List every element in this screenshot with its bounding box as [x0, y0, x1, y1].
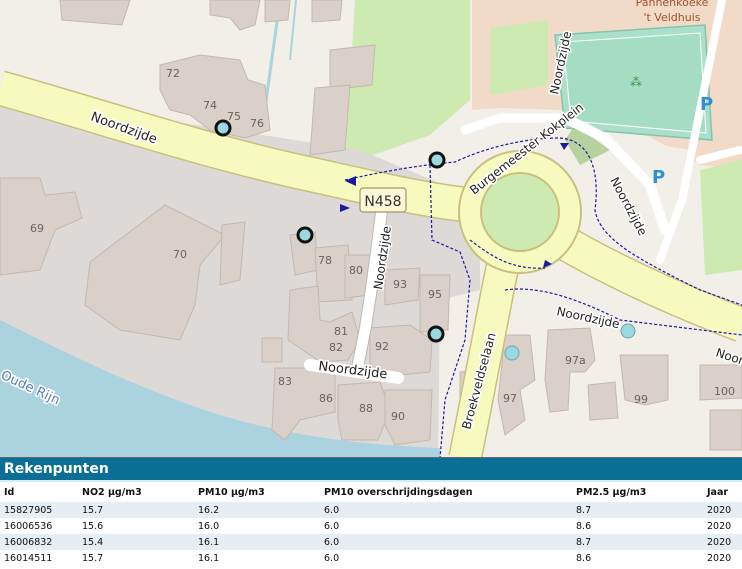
house-number: 97	[503, 392, 517, 405]
rekenpunt-marker[interactable]	[214, 119, 232, 137]
cell-no2: 15.7	[78, 550, 194, 566]
svg-text:N458: N458	[364, 194, 401, 210]
cell-id: 16006832	[0, 534, 78, 550]
cell-pm10: 16.1	[194, 550, 320, 566]
rekenpunt-marker[interactable]	[504, 345, 520, 361]
house-number: 93	[393, 278, 407, 291]
house-number: 81	[334, 325, 348, 338]
house-number: 78	[318, 254, 332, 267]
cell-jaar: 2020	[703, 550, 742, 566]
table-row[interactable]: 16006536 15.6 16.0 6.0 8.6 2020	[0, 518, 742, 534]
rekenpunt-marker[interactable]	[428, 151, 446, 169]
house-number: 75	[227, 110, 241, 123]
results-table: Id NO2 µg/m3 PM10 µg/m3 PM10 overschrijd…	[0, 482, 742, 566]
cell-jaar: 2020	[703, 518, 742, 534]
cell-jaar: 2020	[703, 502, 742, 518]
grass-area	[700, 160, 742, 275]
cell-pm10-days: 6.0	[320, 534, 572, 550]
house-number: 92	[375, 340, 389, 353]
cell-no2: 15.4	[78, 534, 194, 550]
rekenpunt-marker[interactable]	[620, 323, 636, 339]
cell-pm25: 8.7	[572, 502, 703, 518]
table-row[interactable]: 15827905 15.7 16.2 6.0 8.7 2020	[0, 502, 742, 518]
column-header-id[interactable]: Id	[0, 482, 78, 502]
column-header-jaar[interactable]: Jaar	[703, 482, 742, 502]
roundabout-island	[482, 174, 558, 250]
results-panel: Rekenpunten Id NO2 µg/m3 PM10 µg/m3 PM10…	[0, 458, 742, 569]
house-number: 90	[391, 410, 405, 423]
house-number: 76	[250, 117, 264, 130]
house-number: 88	[359, 402, 373, 415]
house-number: 69	[30, 222, 44, 235]
parking-icon: P	[700, 94, 713, 115]
parking-icon: P	[652, 167, 665, 188]
table-row[interactable]: 16014511 15.7 16.1 6.0 8.6 2020	[0, 550, 742, 566]
table-row[interactable]: 16006832 15.4 16.1 6.0 8.7 2020	[0, 534, 742, 550]
cell-pm25: 8.6	[572, 518, 703, 534]
poi-label: Pannenkoeke	[636, 0, 709, 9]
cell-pm10: 16.0	[194, 518, 320, 534]
cell-no2: 15.6	[78, 518, 194, 534]
map-view[interactable]: N458 Noordzijde Noordzijde Noordzijde No…	[0, 0, 742, 458]
house-number: 95	[428, 288, 442, 301]
cell-pm25: 8.7	[572, 534, 703, 550]
house-number: 82	[329, 341, 343, 354]
house-number: 70	[173, 248, 187, 261]
cell-pm10: 16.1	[194, 534, 320, 550]
cell-no2: 15.7	[78, 502, 194, 518]
pitch-icon: ⁂	[630, 75, 642, 89]
grass-area	[490, 20, 548, 95]
house-number: 99	[634, 393, 648, 406]
house-number: 80	[349, 264, 363, 277]
cell-pm10: 16.2	[194, 502, 320, 518]
column-header-no2[interactable]: NO2 µg/m3	[78, 482, 194, 502]
cell-id: 16006536	[0, 518, 78, 534]
house-number: 100	[714, 385, 735, 398]
house-number: 97a	[565, 354, 586, 367]
rekenpunt-marker[interactable]	[296, 226, 314, 244]
panel-title: Rekenpunten	[0, 458, 742, 482]
column-header-pm25[interactable]: PM2.5 µg/m3	[572, 482, 703, 502]
cell-pm10-days: 6.0	[320, 518, 572, 534]
poi-label: 't Veldhuis	[643, 11, 700, 24]
cell-id: 16014511	[0, 550, 78, 566]
house-number: 72	[166, 67, 180, 80]
house-number: 86	[319, 392, 333, 405]
cell-jaar: 2020	[703, 534, 742, 550]
road-shield-n458: N458	[359, 187, 407, 213]
rekenpunt-marker[interactable]	[427, 325, 445, 343]
cell-pm10-days: 6.0	[320, 550, 572, 566]
cell-id: 15827905	[0, 502, 78, 518]
table-header-row: Id NO2 µg/m3 PM10 µg/m3 PM10 overschrijd…	[0, 482, 742, 502]
column-header-pm10-overschrijdingsdagen[interactable]: PM10 overschrijdingsdagen	[320, 482, 572, 502]
house-number: 74	[203, 99, 217, 112]
cell-pm25: 8.6	[572, 550, 703, 566]
house-number: 83	[278, 375, 292, 388]
cell-pm10-days: 6.0	[320, 502, 572, 518]
column-header-pm10[interactable]: PM10 µg/m3	[194, 482, 320, 502]
